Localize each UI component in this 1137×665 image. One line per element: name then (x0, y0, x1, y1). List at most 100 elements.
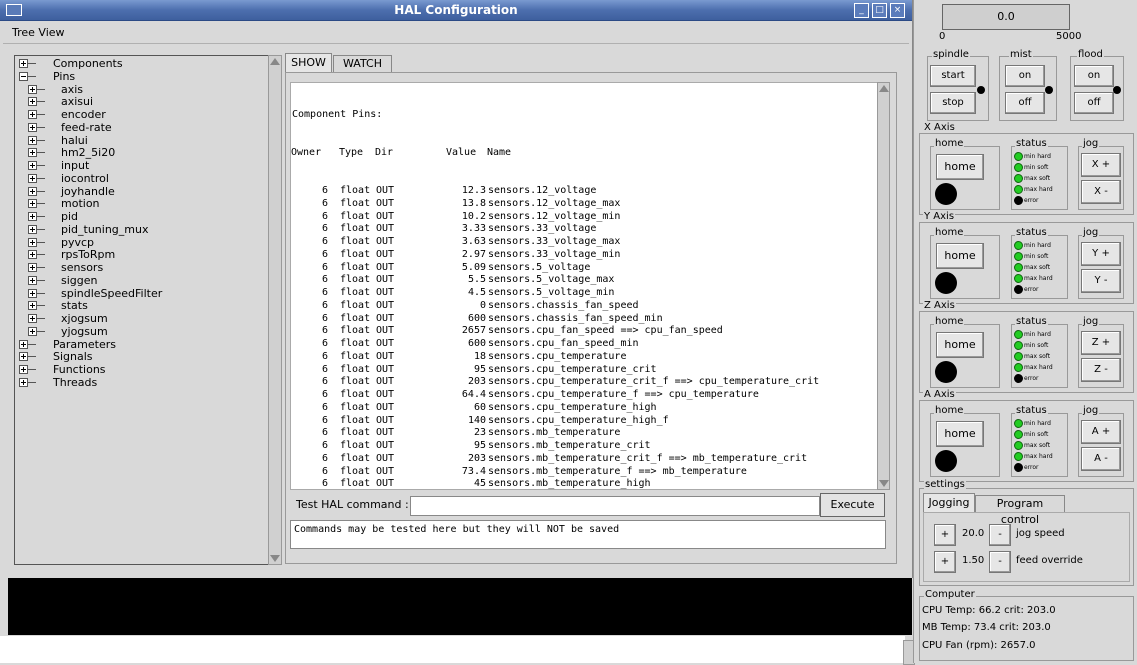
z-jog-minus-button[interactable]: Z - (1081, 358, 1121, 382)
y-jog-minus-button[interactable]: Y - (1081, 269, 1121, 293)
expand-icon[interactable] (28, 314, 37, 323)
scroll-up-icon[interactable] (879, 85, 889, 92)
pin-row: 6 float OUT 140 sensors.cpu_temperature_high… (292, 415, 878, 428)
expand-icon[interactable] (28, 250, 37, 260)
z-home-button[interactable]: home (936, 332, 984, 358)
pin-cell: float (340, 223, 371, 235)
pin-cell: float (340, 236, 371, 247)
a-home-indicator (935, 450, 957, 472)
a-status-led-label: min soft (1024, 431, 1049, 438)
title-bar[interactable]: HAL Configuration _ □ × (0, 0, 912, 21)
execute-button[interactable]: Execute (820, 493, 885, 517)
jog-speed-plus-button[interactable]: + (934, 524, 956, 546)
z-status-led-label: max soft (1024, 353, 1051, 360)
scale-min: 0 (939, 31, 946, 42)
tree-connector (37, 330, 45, 332)
y-status-led-label: error (1024, 286, 1039, 293)
tree-connector (37, 126, 45, 128)
collapse-icon[interactable] (19, 71, 28, 81)
tab-program-control[interactable]: Program control (975, 495, 1065, 526)
column-header-owner: Owner (291, 146, 322, 158)
expand-icon[interactable] (28, 161, 37, 170)
pin-cell: 45 (473, 478, 486, 490)
z-status-led-0 (1014, 330, 1023, 339)
expand-icon[interactable] (28, 97, 37, 107)
tree-connector (37, 279, 45, 281)
bottom-strip (0, 636, 905, 663)
flood-off-button[interactable]: off (1074, 92, 1114, 114)
y-jog-plus-button[interactable]: Y + (1081, 242, 1121, 266)
expand-icon[interactable] (28, 110, 37, 119)
tree-scrollbar[interactable] (268, 55, 282, 565)
feed-override-plus-button[interactable]: + (934, 551, 956, 573)
expand-icon[interactable] (28, 275, 37, 285)
menu-tree-view[interactable]: Tree View (12, 26, 65, 39)
expand-icon[interactable] (19, 377, 28, 387)
tab-watch[interactable]: WATCH (333, 55, 392, 72)
scroll-up-icon[interactable] (270, 58, 280, 65)
spindle-stop-button[interactable]: stop (930, 92, 976, 114)
pin-cell: sensors.12_voltage_max (488, 197, 621, 209)
x-home-button[interactable]: home (936, 154, 984, 180)
expand-icon[interactable] (28, 148, 37, 158)
maximize-icon[interactable]: □ (872, 3, 887, 18)
pin-cell: 6 (321, 185, 328, 196)
pin-cell: OUT (376, 299, 395, 311)
hal-command-label: Test HAL command : (296, 498, 409, 511)
expand-icon[interactable] (28, 84, 37, 94)
y-home-button[interactable]: home (936, 243, 984, 269)
expand-icon[interactable] (28, 135, 37, 145)
flood-on-button[interactable]: on (1074, 65, 1114, 87)
pin-row: 6 float OUT 600 sensors.chassis_fan_speed_mi… (292, 313, 878, 326)
scroll-down-icon[interactable] (879, 480, 889, 487)
expand-icon[interactable] (19, 59, 28, 68)
expand-icon[interactable] (19, 352, 28, 362)
expand-icon[interactable] (28, 301, 37, 311)
pin-row: 6 float OUT 0 sensors.chassis_fan_speed (292, 300, 878, 313)
expand-icon[interactable] (28, 199, 37, 209)
hal-command-input[interactable] (410, 496, 820, 516)
a-jog-minus-button[interactable]: A - (1081, 447, 1121, 471)
mist-off-button[interactable]: off (1005, 92, 1045, 114)
pins-scrollbar[interactable] (877, 82, 890, 490)
close-icon[interactable]: × (890, 3, 905, 18)
z-jog-plus-button[interactable]: Z + (1081, 331, 1121, 355)
x-jog-label: jog (1082, 138, 1100, 149)
tab-show[interactable]: SHOW (285, 53, 332, 72)
expand-icon[interactable] (28, 122, 37, 132)
pin-cell: 6 (321, 299, 328, 311)
expand-icon[interactable] (19, 339, 28, 349)
pins-text-view[interactable]: Component Pins: Owner Type Dir Value Name 6f… (290, 82, 879, 490)
a-jog-plus-button[interactable]: A + (1081, 420, 1121, 444)
expand-icon[interactable] (28, 224, 37, 234)
expand-icon[interactable] (28, 186, 37, 196)
tree-connector (37, 101, 45, 103)
feed-override-minus-button[interactable]: - (989, 551, 1011, 573)
jog-speed-minus-button[interactable]: - (989, 524, 1011, 546)
tree-connector (37, 203, 45, 205)
a-home-button[interactable]: home (936, 421, 984, 447)
pin-cell: float (340, 274, 371, 286)
expand-icon[interactable] (28, 288, 37, 298)
pin-cell: 600 (467, 312, 486, 324)
tree-item-label: axisui (61, 95, 94, 109)
tab-jogging[interactable]: Jogging (923, 493, 975, 512)
expand-icon[interactable] (28, 173, 37, 183)
tree-item-label: pyvcp (61, 235, 95, 249)
expand-icon[interactable] (28, 326, 37, 336)
expand-icon[interactable] (19, 365, 28, 374)
scroll-down-icon[interactable] (270, 555, 280, 562)
x-jog-plus-button[interactable]: X + (1081, 153, 1121, 177)
tree-view[interactable] (14, 55, 270, 565)
minimize-icon[interactable]: _ (854, 3, 869, 18)
x-status-led-label: error (1024, 197, 1039, 204)
x-jog-minus-button[interactable]: X - (1081, 180, 1121, 204)
pin-cell: 6 (321, 452, 328, 464)
pin-cell: 203 (467, 376, 486, 388)
expand-icon[interactable] (28, 237, 37, 247)
pin-cell: OUT (376, 325, 395, 337)
mist-on-button[interactable]: on (1005, 65, 1045, 87)
expand-icon[interactable] (28, 263, 37, 272)
expand-icon[interactable] (28, 212, 37, 221)
spindle-start-button[interactable]: start (930, 65, 976, 87)
